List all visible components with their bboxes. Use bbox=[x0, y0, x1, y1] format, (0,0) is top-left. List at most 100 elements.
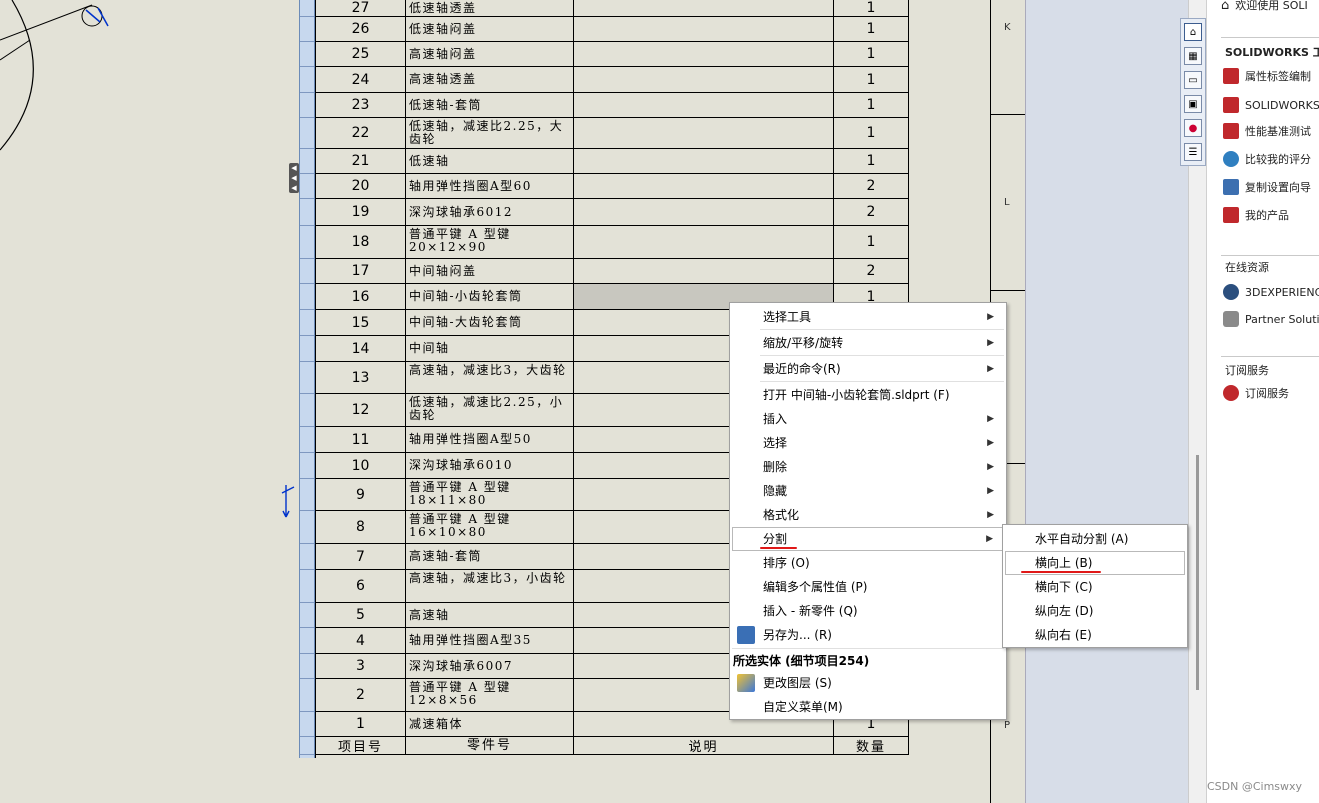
menu-item[interactable]: 格式化 ▶ bbox=[732, 503, 1004, 527]
menu-item[interactable]: 排序 (O) bbox=[732, 551, 1004, 575]
table-row[interactable]: 20 轴用弹性挡圈A型60 2 bbox=[316, 174, 909, 199]
cell-qty[interactable]: 1 bbox=[834, 93, 909, 117]
cell-part[interactable]: 低速轴透盖 bbox=[406, 0, 574, 16]
cell-part[interactable]: 高速轴闷盖 bbox=[406, 42, 574, 66]
table-row[interactable]: 17 中间轴闷盖 2 bbox=[316, 259, 909, 284]
row-header-cell[interactable] bbox=[300, 199, 314, 226]
header-part[interactable]: 零件号 bbox=[406, 737, 574, 754]
cell-item[interactable]: 8 bbox=[316, 511, 406, 543]
table-row[interactable]: 24 高速轴透盖 1 bbox=[316, 67, 909, 93]
cell-desc[interactable] bbox=[574, 118, 834, 148]
custom-properties-tab-icon[interactable]: ☰ bbox=[1184, 143, 1202, 161]
cell-item[interactable]: 17 bbox=[316, 259, 406, 283]
menu-item[interactable]: 选择工具 ▶ bbox=[732, 305, 1004, 329]
cell-item[interactable]: 13 bbox=[316, 362, 406, 393]
online-3dexperience[interactable]: 3DEXPERIENCE bbox=[1223, 281, 1319, 303]
cell-part[interactable]: 轴用弹性挡圈A型60 bbox=[406, 174, 574, 198]
table-row[interactable]: 25 高速轴闷盖 1 bbox=[316, 42, 909, 67]
cell-item[interactable]: 23 bbox=[316, 93, 406, 117]
cell-item[interactable]: 10 bbox=[316, 453, 406, 478]
cell-item[interactable]: 24 bbox=[316, 67, 406, 92]
row-header-cell[interactable] bbox=[300, 0, 314, 17]
row-header-cell[interactable] bbox=[300, 93, 314, 118]
row-header-cell[interactable] bbox=[300, 17, 314, 42]
row-header-cell[interactable] bbox=[300, 654, 314, 679]
row-header-cell[interactable] bbox=[300, 570, 314, 603]
tool-solidworks[interactable]: SOLIDWORKS bbox=[1223, 94, 1319, 116]
table-row[interactable]: 18 普通平键 A 型键 20×12×90 1 bbox=[316, 226, 909, 259]
cell-part[interactable]: 中间轴-小齿轮套筒 bbox=[406, 284, 574, 309]
file-explorer-tab-icon[interactable]: ▭ bbox=[1184, 71, 1202, 89]
cell-desc[interactable] bbox=[574, 0, 834, 16]
cell-desc[interactable] bbox=[574, 226, 834, 258]
cell-desc[interactable] bbox=[574, 199, 834, 225]
tool-my-products[interactable]: 我的产品 bbox=[1223, 204, 1289, 226]
cell-item[interactable]: 5 bbox=[316, 603, 406, 627]
online-partner[interactable]: Partner Solutio bbox=[1223, 308, 1319, 330]
row-header-cell[interactable] bbox=[300, 284, 314, 310]
cell-part[interactable]: 普通平键 A 型键 20×12×90 bbox=[406, 226, 574, 258]
table-row[interactable]: 27 低速轴透盖 1 bbox=[316, 0, 909, 17]
cell-desc[interactable] bbox=[574, 17, 834, 41]
tool-compare-score[interactable]: 比较我的评分 bbox=[1223, 148, 1311, 170]
cell-qty[interactable]: 1 bbox=[834, 0, 909, 16]
cell-part[interactable]: 轴用弹性挡圈A型50 bbox=[406, 427, 574, 452]
cell-part[interactable]: 中间轴-大齿轮套筒 bbox=[406, 310, 574, 335]
cell-qty[interactable]: 1 bbox=[834, 118, 909, 148]
cell-desc[interactable] bbox=[574, 67, 834, 92]
menu-item[interactable]: 自定义菜单(M) bbox=[732, 695, 1004, 719]
table-header-row[interactable]: 项目号 零件号 说明 数量 bbox=[316, 737, 909, 755]
cell-part[interactable]: 高速轴，减速比3，小齿轮 bbox=[406, 570, 574, 602]
header-desc[interactable]: 说明 bbox=[574, 737, 834, 755]
cell-item[interactable]: 22 bbox=[316, 118, 406, 148]
cell-item[interactable]: 14 bbox=[316, 336, 406, 361]
cell-qty[interactable]: 1 bbox=[834, 67, 909, 92]
row-header-cell[interactable] bbox=[300, 712, 314, 737]
subscription-link[interactable]: 订阅服务 bbox=[1223, 382, 1289, 404]
row-header-cell[interactable] bbox=[300, 394, 314, 427]
cell-item[interactable]: 20 bbox=[316, 174, 406, 198]
row-header-cell[interactable] bbox=[300, 259, 314, 284]
row-header-cell[interactable] bbox=[300, 67, 314, 93]
cell-part[interactable]: 中间轴 bbox=[406, 336, 574, 361]
row-header-cell[interactable] bbox=[300, 174, 314, 199]
menu-item[interactable]: 编辑多个属性值 (P) bbox=[732, 575, 1004, 599]
menu-item[interactable]: 打开 中间轴-小齿轮套筒.sldprt (F) bbox=[732, 383, 1004, 407]
cell-part[interactable]: 高速轴透盖 bbox=[406, 67, 574, 92]
cell-desc[interactable] bbox=[574, 174, 834, 198]
submenu-item[interactable]: 纵向右 (E) bbox=[1005, 623, 1185, 647]
cell-part[interactable]: 减速箱体 bbox=[406, 712, 574, 736]
cell-part[interactable]: 低速轴，减速比2.25，小齿轮 bbox=[406, 394, 574, 426]
menu-item[interactable]: 更改图层 (S) bbox=[732, 671, 1004, 695]
cell-item[interactable]: 27 bbox=[316, 0, 406, 16]
cell-item[interactable]: 16 bbox=[316, 284, 406, 309]
header-qty[interactable]: 数量 bbox=[834, 737, 909, 755]
view-palette-tab-icon[interactable]: ▣ bbox=[1184, 95, 1202, 113]
table-row[interactable]: 22 低速轴，减速比2.25，大齿轮 1 bbox=[316, 118, 909, 149]
cell-desc[interactable] bbox=[574, 42, 834, 66]
cell-qty[interactable]: 1 bbox=[834, 17, 909, 41]
submenu-item[interactable]: 纵向左 (D) bbox=[1005, 599, 1185, 623]
cell-part[interactable]: 中间轴闷盖 bbox=[406, 259, 574, 283]
menu-item[interactable]: 缩放/平移/旋转 ▶ bbox=[732, 331, 1004, 355]
cell-item[interactable]: 9 bbox=[316, 479, 406, 510]
row-header-cell[interactable] bbox=[300, 679, 314, 712]
cell-qty[interactable]: 2 bbox=[834, 259, 909, 283]
row-header-cell[interactable] bbox=[300, 453, 314, 479]
cell-part[interactable]: 低速轴，减速比2.25，大齿轮 bbox=[406, 118, 574, 148]
cell-part[interactable]: 低速轴闷盖 bbox=[406, 17, 574, 41]
menu-item[interactable]: 隐藏 ▶ bbox=[732, 479, 1004, 503]
menu-item[interactable]: 最近的命令(R) ▶ bbox=[732, 357, 1004, 381]
cell-part[interactable]: 低速轴 bbox=[406, 149, 574, 173]
header-item[interactable]: 项目号 bbox=[316, 737, 406, 755]
cell-item[interactable]: 19 bbox=[316, 199, 406, 225]
cell-desc[interactable] bbox=[574, 259, 834, 283]
row-header-cell[interactable] bbox=[300, 603, 314, 628]
submenu-item[interactable]: 水平自动分割 (A) bbox=[1005, 527, 1185, 551]
row-header-cell[interactable] bbox=[300, 511, 314, 544]
cell-item[interactable]: 26 bbox=[316, 17, 406, 41]
row-header-cell[interactable] bbox=[300, 544, 314, 570]
row-header-cell[interactable] bbox=[300, 336, 314, 362]
tool-copy-settings[interactable]: 复制设置向导 bbox=[1223, 176, 1311, 198]
tool-property-tab-builder[interactable]: 属性标签编制 bbox=[1223, 65, 1311, 87]
